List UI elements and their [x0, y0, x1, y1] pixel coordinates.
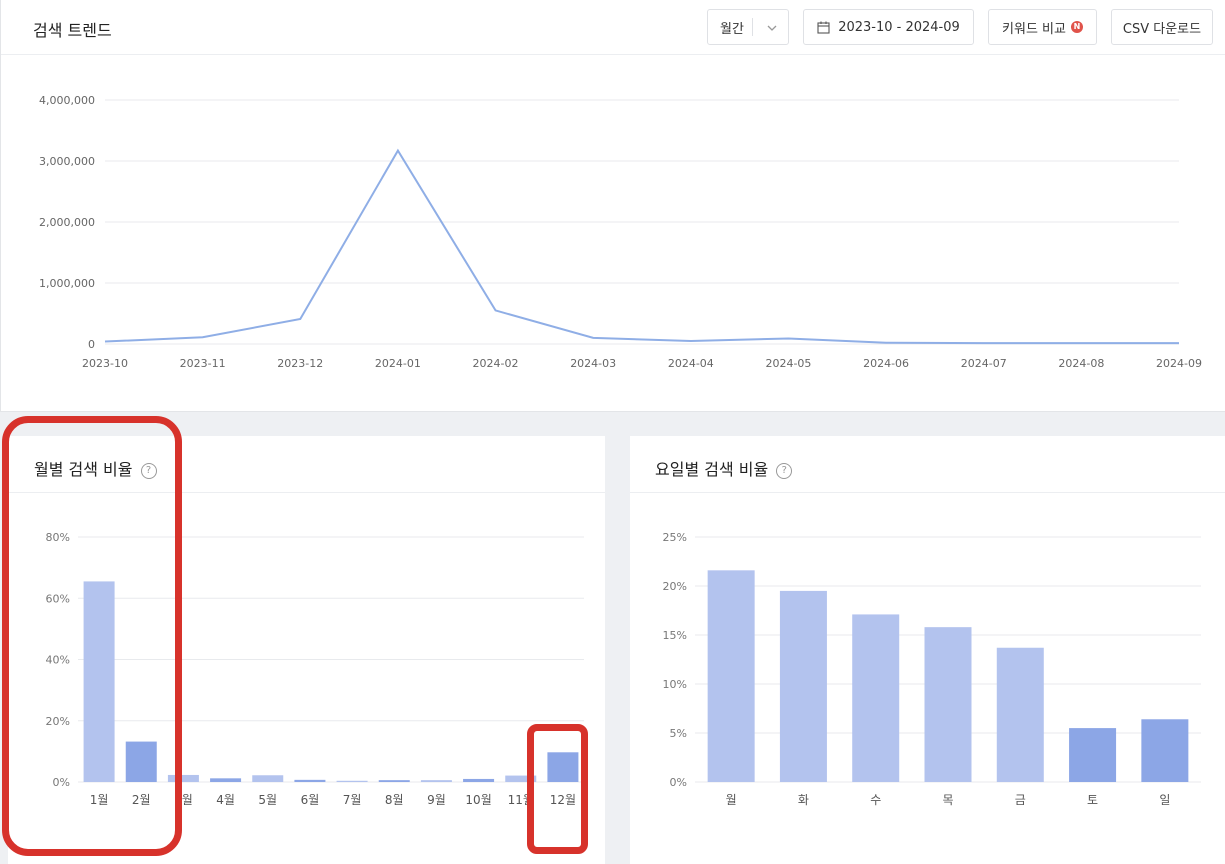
y-tick-label: 40%: [46, 654, 70, 667]
period-select[interactable]: 월간: [707, 9, 789, 45]
csv-download-label: CSV 다운로드: [1122, 21, 1202, 37]
bar: [210, 778, 242, 782]
y-tick-label: 4,000,000: [39, 94, 95, 107]
y-tick-label: 60%: [46, 592, 70, 605]
search-trend-title: 검색 트렌드: [33, 21, 112, 40]
y-tick-label: 10%: [663, 678, 687, 691]
x-tick-label: 2024-09: [1156, 357, 1202, 370]
x-tick-label: 일: [1159, 793, 1170, 807]
x-tick-label: 8월: [385, 793, 404, 807]
x-tick-label: 2024-03: [570, 357, 616, 370]
bar: [125, 741, 157, 782]
chevron-down-icon: [766, 22, 778, 37]
y-tick-label: 20%: [46, 715, 70, 728]
y-tick-label: 3,000,000: [39, 155, 95, 168]
y-tick-label: 0: [88, 338, 95, 351]
x-tick-label: 2024-01: [375, 357, 421, 370]
bar: [252, 775, 284, 782]
monthly-ratio-bar-chart: 0% 20% 40% 60% 80% 1월 2월 3월 4월 5월 6월 7월 8월 9월 10월 11월 12…: [46, 531, 584, 807]
x-tick-label: 목: [942, 793, 953, 807]
bar: [1141, 719, 1189, 782]
date-range-label: 2023-10 - 2024-09: [838, 19, 960, 35]
x-tick-label: 2023-10: [82, 357, 128, 370]
x-tick-label: 2023-11: [180, 357, 226, 370]
weekday-ratio-title: 요일별 검색 비율: [655, 460, 769, 479]
y-tick-label: 15%: [663, 629, 687, 642]
bar: [336, 780, 368, 782]
x-tick-label: 2024-07: [961, 357, 1007, 370]
x-tick-label: 2024-06: [863, 357, 909, 370]
x-tick-label: 2월: [132, 793, 151, 807]
y-tick-label: 1,000,000: [39, 277, 95, 290]
bar: [707, 570, 755, 782]
keyword-compare-label: 키워드 비교: [1002, 21, 1066, 37]
y-tick-label: 20%: [663, 580, 687, 593]
x-tick-label: 3월: [174, 793, 193, 807]
monthly-ratio-panel: 월별 검색 비율? 0% 20% 40% 60% 80% 1월 2월 3월 4월 5월 6월 7월 8월…: [8, 436, 605, 864]
y-tick-label: 25%: [663, 531, 687, 544]
bar: [852, 614, 900, 782]
weekday-ratio-panel: 요일별 검색 비율? 0% 5% 10% 15% 20% 25% 월 화 수 목 금 토 일: [630, 436, 1225, 864]
x-tick-label: 2024-08: [1058, 357, 1104, 370]
bar: [420, 780, 452, 782]
y-tick-label: 80%: [46, 531, 70, 544]
x-tick-label: 2024-05: [765, 357, 811, 370]
help-icon[interactable]: ?: [776, 462, 793, 479]
x-tick-label: 2024-04: [668, 357, 714, 370]
bar: [996, 647, 1044, 782]
x-tick-label: 2024-02: [473, 357, 519, 370]
monthly-ratio-title: 월별 검색 비율: [34, 460, 133, 479]
bar: [83, 581, 115, 782]
x-tick-label: 12월: [550, 793, 576, 807]
x-tick-label: 7월: [343, 793, 362, 807]
csv-download-button[interactable]: CSV 다운로드: [1111, 9, 1213, 45]
x-tick-label: 1월: [90, 793, 109, 807]
bar: [779, 590, 827, 782]
search-trend-header: 검색 트렌드 월간 2023-10 - 2024-09 키워드 비교 N CSV…: [1, 0, 1225, 55]
y-tick-label: 0%: [53, 776, 70, 789]
calendar-icon: [817, 21, 830, 34]
bar: [547, 752, 579, 782]
bar: [924, 627, 972, 782]
help-icon[interactable]: ?: [140, 462, 157, 479]
bar: [167, 774, 199, 782]
x-tick-label: 4월: [216, 793, 235, 807]
x-tick-label: 토: [1087, 793, 1098, 807]
bar: [1069, 728, 1117, 782]
x-tick-label: 11월: [508, 793, 534, 807]
x-tick-label: 2023-12: [277, 357, 323, 370]
bar: [378, 780, 410, 782]
new-badge: N: [1070, 21, 1083, 33]
date-range-button[interactable]: 2023-10 - 2024-09: [803, 9, 974, 45]
x-tick-label: 수: [870, 793, 881, 807]
weekday-ratio-bar-chart: 0% 5% 10% 15% 20% 25% 월 화 수 목 금 토 일: [663, 531, 1201, 807]
x-tick-label: 5월: [258, 793, 277, 807]
search-trend-line-chart: 0 1,000,000 2,000,000 3,000,000 4,000,000 202…: [39, 94, 1202, 370]
y-tick-label: 0%: [670, 776, 687, 789]
bar: [463, 778, 495, 782]
bar: [294, 779, 326, 782]
x-tick-label: 월: [726, 793, 737, 807]
x-tick-label: 6월: [301, 793, 320, 807]
search-trend-panel: 검색 트렌드 월간 2023-10 - 2024-09 키워드 비교 N CSV…: [0, 0, 1225, 412]
keyword-compare-button[interactable]: 키워드 비교 N: [988, 9, 1097, 45]
x-tick-label: 10월: [465, 793, 491, 807]
y-tick-label: 5%: [670, 727, 687, 740]
bar: [505, 775, 537, 782]
x-tick-label: 금: [1015, 793, 1026, 807]
x-tick-label: 9월: [427, 793, 446, 807]
y-tick-label: 2,000,000: [39, 216, 95, 229]
period-select-value: 월간: [720, 21, 744, 37]
x-tick-label: 화: [798, 793, 809, 807]
series-line: [104, 148, 1179, 345]
